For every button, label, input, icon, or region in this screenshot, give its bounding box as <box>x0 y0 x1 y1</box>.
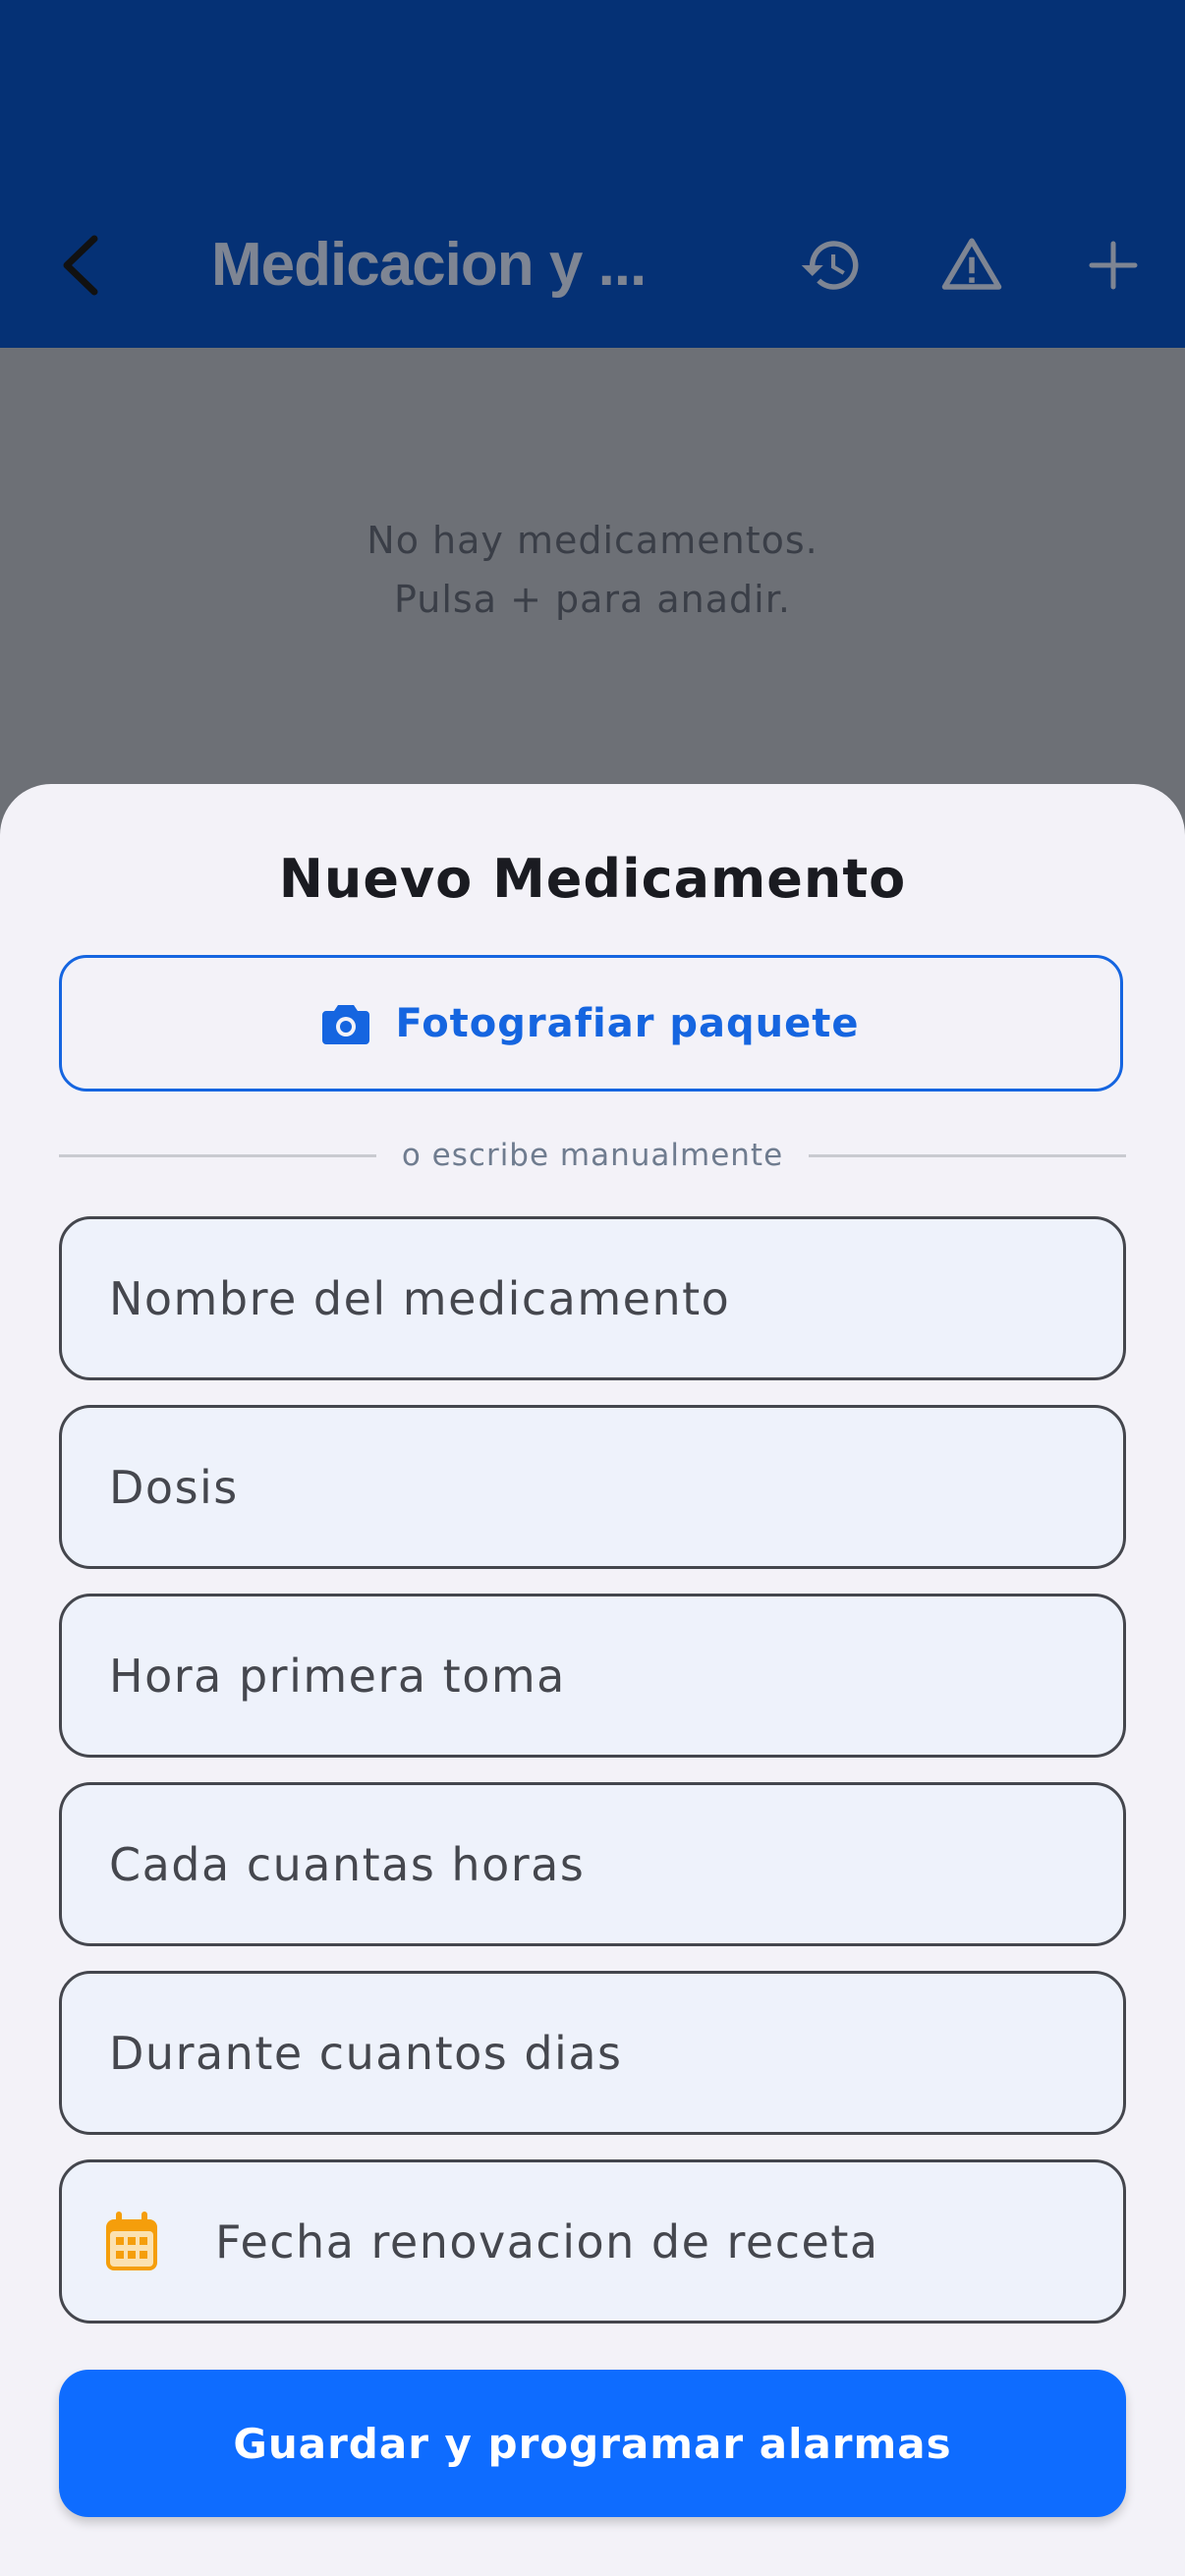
back-button[interactable] <box>51 221 110 309</box>
manual-entry-divider: o escribe manualmente <box>59 1136 1127 1175</box>
divider-line-right <box>809 1153 1127 1157</box>
back-arrow-icon <box>63 235 98 296</box>
interval-hours-field[interactable]: Cada cuantas horas <box>59 1782 1126 1946</box>
first-dose-time-field[interactable]: Hora primera toma <box>59 1594 1126 1758</box>
medication-name-field[interactable]: Nombre del medicamento <box>59 1216 1126 1380</box>
history-button[interactable] <box>787 221 875 309</box>
first-dose-time-placeholder: Hora primera toma <box>109 1649 566 1703</box>
camera-icon <box>322 1004 370 1044</box>
empty-state-line-2: Pulsa + para anadir. <box>394 578 791 621</box>
sheet-title: Nuevo Medicamento <box>278 848 907 910</box>
dose-field[interactable]: Dosis <box>59 1405 1126 1569</box>
page-title: Medicacion y ... <box>211 231 647 299</box>
dose-placeholder: Dosis <box>109 1460 239 1514</box>
app-bar: Medicacion y ... <box>0 0 1185 348</box>
plus-icon <box>1089 241 1138 290</box>
save-button-label: Guardar y programar alarmas <box>233 2419 952 2468</box>
interval-hours-placeholder: Cada cuantas horas <box>109 1837 586 1891</box>
warning-button[interactable] <box>928 221 1016 309</box>
photograph-package-label: Fotografiar paquete <box>395 1000 860 1046</box>
empty-state-message: No hay medicamentos. Pulsa + para anadir… <box>0 511 1185 629</box>
prescription-renewal-date-field[interactable]: Fecha renovacion de receta <box>59 2159 1126 2324</box>
photograph-package-button[interactable]: Fotografiar paquete <box>59 955 1123 1092</box>
empty-state-line-1: No hay medicamentos. <box>367 519 818 562</box>
duration-days-field[interactable]: Durante cuantos dias <box>59 1971 1126 2135</box>
history-icon <box>801 241 859 290</box>
add-button[interactable] <box>1069 221 1157 309</box>
duration-days-placeholder: Durante cuantos dias <box>109 2026 623 2080</box>
divider-text: o escribe manualmente <box>401 1138 784 1173</box>
prescription-renewal-date-placeholder: Fecha renovacion de receta <box>215 2214 879 2268</box>
warning-icon <box>941 238 1002 290</box>
save-and-schedule-alarms-button[interactable]: Guardar y programar alarmas <box>59 2370 1126 2517</box>
calendar-icon <box>103 2211 160 2272</box>
divider-line-left <box>59 1153 376 1157</box>
medication-name-placeholder: Nombre del medicamento <box>109 1271 731 1325</box>
